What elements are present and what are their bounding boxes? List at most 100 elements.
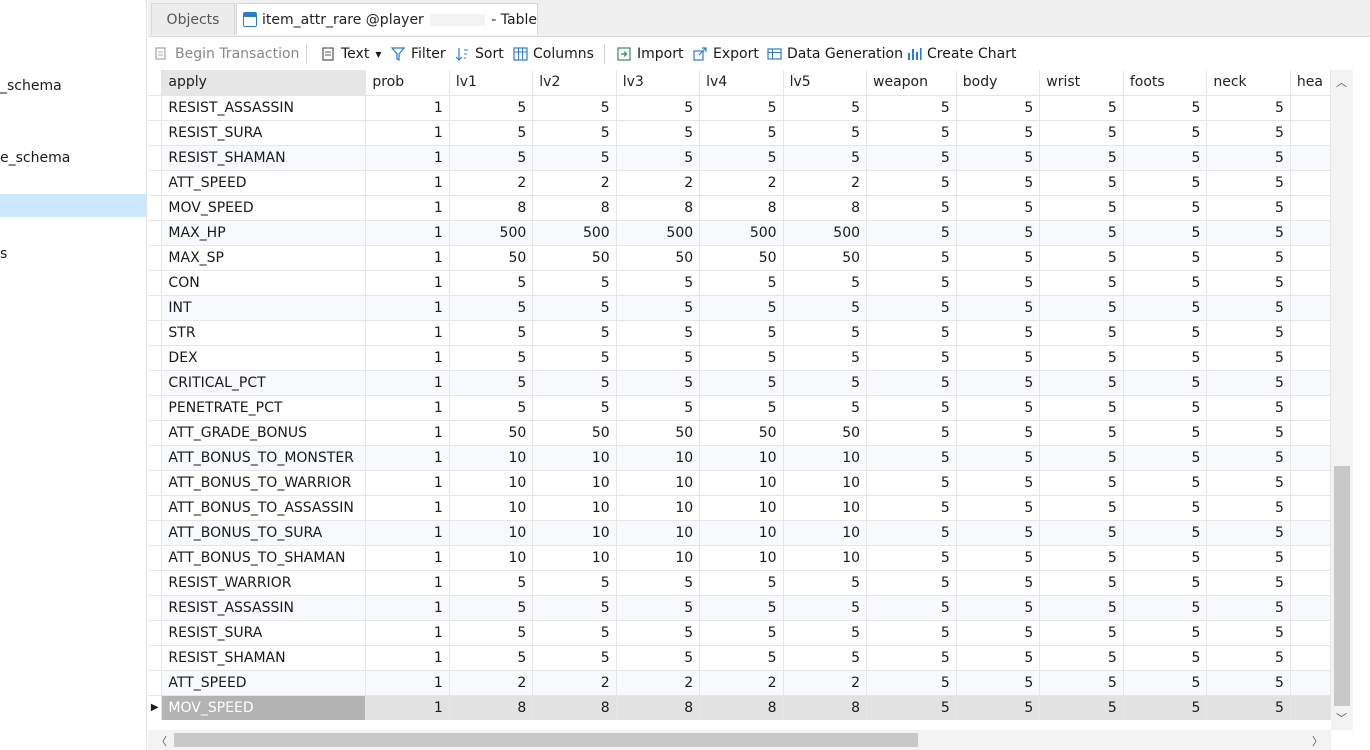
horizontal-scroll-thumb[interactable] [174, 733, 918, 747]
column-header-lv4[interactable]: lv4 [699, 70, 784, 96]
cell-apply[interactable]: RESIST_ASSASSIN [161, 95, 367, 121]
cell-prob[interactable]: 1 [365, 120, 450, 146]
column-header-lv2[interactable]: lv2 [532, 70, 617, 96]
cell-lv1[interactable]: 10 [449, 520, 534, 546]
cell-lv4[interactable]: 10 [699, 520, 784, 546]
cell-apply[interactable]: RESIST_SHAMAN [161, 145, 367, 171]
table-row[interactable]: ATT_BONUS_TO_ASSASSIN 1 10 10 10 10 10 5 5 5 5 5 [148, 495, 1331, 521]
cell-lv5[interactable]: 5 [783, 145, 868, 171]
cell-lv2[interactable]: 50 [532, 420, 617, 446]
cell-lv2[interactable]: 10 [532, 495, 617, 521]
cell-lv1[interactable]: 8 [449, 195, 534, 221]
cell-lv1[interactable]: 50 [449, 420, 534, 446]
cell-wrist[interactable]: 5 [1039, 620, 1124, 646]
cell-lv1[interactable]: 10 [449, 495, 534, 521]
cell-hea[interactable] [1290, 620, 1331, 646]
row-selector[interactable] [148, 370, 163, 396]
cell-neck[interactable]: 5 [1206, 320, 1291, 346]
cell-neck[interactable]: 5 [1206, 470, 1291, 496]
cell-neck[interactable]: 5 [1206, 370, 1291, 396]
import-button[interactable]: Import [616, 43, 683, 65]
cell-lv5[interactable]: 5 [783, 595, 868, 621]
cell-foots[interactable]: 5 [1123, 95, 1208, 121]
cell-apply[interactable]: DEX [161, 345, 367, 371]
cell-prob[interactable]: 1 [365, 395, 450, 421]
row-selector[interactable] [148, 170, 163, 196]
cell-lv2[interactable]: 10 [532, 545, 617, 571]
cell-prob[interactable]: 1 [365, 220, 450, 246]
cell-weapon[interactable]: 5 [866, 545, 957, 571]
cell-foots[interactable]: 5 [1123, 595, 1208, 621]
cell-lv5[interactable]: 8 [783, 695, 868, 720]
cell-lv3[interactable]: 5 [616, 120, 701, 146]
cell-lv4[interactable]: 10 [699, 445, 784, 471]
cell-lv5[interactable]: 500 [783, 220, 868, 246]
cell-lv5[interactable]: 2 [783, 170, 868, 196]
cell-apply[interactable]: MOV_SPEED [161, 195, 367, 221]
cell-lv4[interactable]: 500 [699, 220, 784, 246]
cell-lv4[interactable]: 8 [699, 195, 784, 221]
cell-lv4[interactable]: 10 [699, 495, 784, 521]
cell-lv5[interactable]: 5 [783, 395, 868, 421]
cell-lv2[interactable]: 5 [532, 620, 617, 646]
cell-apply[interactable]: ATT_BONUS_TO_SHAMAN [161, 545, 367, 571]
cell-lv4[interactable]: 5 [699, 370, 784, 396]
cell-neck[interactable]: 5 [1206, 195, 1291, 221]
column-header-prob[interactable]: prob [365, 70, 450, 96]
cell-weapon[interactable]: 5 [866, 170, 957, 196]
cell-apply[interactable]: RESIST_SURA [161, 620, 367, 646]
cell-prob[interactable]: 1 [365, 445, 450, 471]
table-row[interactable]: RESIST_ASSASSIN 1 5 5 5 5 5 5 5 5 5 5 [148, 95, 1331, 121]
cell-apply[interactable]: ATT_BONUS_TO_SURA [161, 520, 367, 546]
cell-hea[interactable] [1290, 545, 1331, 571]
column-header-lv3[interactable]: lv3 [616, 70, 701, 96]
cell-hea[interactable] [1290, 395, 1331, 421]
cell-weapon[interactable]: 5 [866, 645, 957, 671]
cell-lv3[interactable]: 5 [616, 395, 701, 421]
table-row[interactable]: ATT_SPEED 1 2 2 2 2 2 5 5 5 5 5 [148, 670, 1331, 696]
cell-lv2[interactable]: 5 [532, 345, 617, 371]
cell-foots[interactable]: 5 [1123, 645, 1208, 671]
cell-lv5[interactable]: 5 [783, 570, 868, 596]
cell-wrist[interactable]: 5 [1039, 170, 1124, 196]
cell-weapon[interactable]: 5 [866, 145, 957, 171]
tab-table[interactable]: item_attr_rare @player - Table [236, 3, 538, 35]
cell-lv2[interactable]: 5 [532, 270, 617, 296]
cell-lv4[interactable]: 5 [699, 295, 784, 321]
cell-neck[interactable]: 5 [1206, 220, 1291, 246]
cell-lv2[interactable]: 5 [532, 295, 617, 321]
table-row[interactable]: MOV_SPEED 1 8 8 8 8 8 5 5 5 5 5 [148, 195, 1331, 221]
cell-lv4[interactable]: 10 [699, 470, 784, 496]
cell-body[interactable]: 5 [956, 595, 1041, 621]
cell-lv3[interactable]: 10 [616, 445, 701, 471]
cell-lv1[interactable]: 10 [449, 545, 534, 571]
column-header-head[interactable]: hea [1290, 70, 1331, 96]
cell-wrist[interactable]: 5 [1039, 495, 1124, 521]
cell-foots[interactable]: 5 [1123, 220, 1208, 246]
cell-weapon[interactable]: 5 [866, 445, 957, 471]
cell-neck[interactable]: 5 [1206, 145, 1291, 171]
cell-lv5[interactable]: 5 [783, 120, 868, 146]
cell-lv3[interactable]: 50 [616, 245, 701, 271]
cell-wrist[interactable]: 5 [1039, 320, 1124, 346]
cell-prob[interactable]: 1 [365, 270, 450, 296]
cell-lv4[interactable]: 50 [699, 245, 784, 271]
table-row[interactable]: MAX_SP 1 50 50 50 50 50 5 5 5 5 5 [148, 245, 1331, 271]
cell-prob[interactable]: 1 [365, 570, 450, 596]
cell-lv1[interactable]: 10 [449, 445, 534, 471]
cell-lv3[interactable]: 5 [616, 320, 701, 346]
cell-body[interactable]: 5 [956, 470, 1041, 496]
cell-lv2[interactable]: 2 [532, 670, 617, 696]
cell-foots[interactable]: 5 [1123, 520, 1208, 546]
cell-apply[interactable]: INT [161, 295, 367, 321]
cell-lv5[interactable]: 5 [783, 320, 868, 346]
cell-lv2[interactable]: 500 [532, 220, 617, 246]
cell-hea[interactable] [1290, 145, 1331, 171]
cell-lv2[interactable]: 5 [532, 95, 617, 121]
column-header-foots[interactable]: foots [1123, 70, 1208, 96]
cell-lv2[interactable]: 10 [532, 445, 617, 471]
table-row[interactable]: RESIST_WARRIOR 1 5 5 5 5 5 5 5 5 5 5 [148, 570, 1331, 596]
cell-body[interactable]: 5 [956, 520, 1041, 546]
cell-lv2[interactable]: 5 [532, 145, 617, 171]
cell-lv2[interactable]: 5 [532, 370, 617, 396]
